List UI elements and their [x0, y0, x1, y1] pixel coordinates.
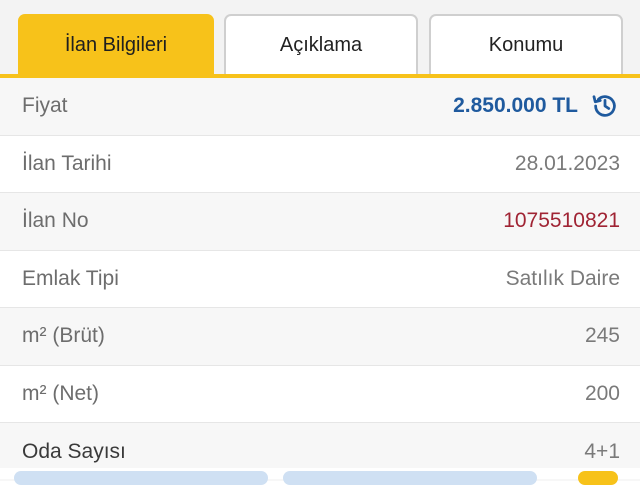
detail-value: 4+1: [584, 439, 620, 463]
detail-label: İlan No: [22, 209, 89, 233]
bottom-action-button[interactable]: [283, 471, 537, 485]
detail-value: Satılık Daire: [505, 266, 620, 290]
detail-value: 200: [584, 381, 620, 405]
history-icon[interactable]: [590, 91, 620, 121]
detail-row-listing-date: İlan Tarihi 28.01.2023: [0, 136, 640, 193]
tab-ilan-bilgileri[interactable]: İlan Bilgileri: [18, 14, 214, 74]
price-value-group[interactable]: 2.850.000 TL: [453, 91, 620, 121]
detail-value: 245: [584, 324, 620, 348]
tab-aciklama[interactable]: Açıklama: [224, 14, 418, 74]
detail-row-property-type: Emlak Tipi Satılık Daire: [0, 251, 640, 308]
detail-label: m² (Brüt): [22, 324, 105, 348]
price-value: 2.850.000 TL: [453, 94, 578, 118]
tab-konumu[interactable]: Konumu: [429, 14, 623, 74]
detail-label: Emlak Tipi: [22, 266, 119, 290]
detail-label: İlan Tarihi: [22, 151, 112, 175]
detail-label: m² (Net): [22, 381, 99, 405]
tab-label: İlan Bilgileri: [64, 33, 168, 56]
tab-bar: İlan Bilgileri Açıklama Konumu: [0, 0, 640, 78]
detail-row-price: Fiyat 2.850.000 TL: [0, 78, 640, 136]
detail-row-listing-no: İlan No 1075510821: [0, 193, 640, 251]
tab-label: Açıklama: [279, 33, 363, 56]
detail-row-gross-area: m² (Brüt) 245: [0, 308, 640, 366]
detail-label: Fiyat: [22, 94, 68, 118]
tab-label: Konumu: [488, 33, 564, 56]
bottom-action-button[interactable]: [14, 471, 268, 485]
detail-value: 28.01.2023: [514, 151, 620, 175]
detail-label: Oda Sayısı: [22, 439, 126, 463]
bottom-action-button[interactable]: [578, 471, 618, 485]
detail-row-net-area: m² (Net) 200: [0, 366, 640, 423]
listing-details: Fiyat 2.850.000 TL İlan Tarihi 28.01.202…: [0, 78, 640, 481]
listing-no-value: 1075510821: [503, 209, 620, 233]
